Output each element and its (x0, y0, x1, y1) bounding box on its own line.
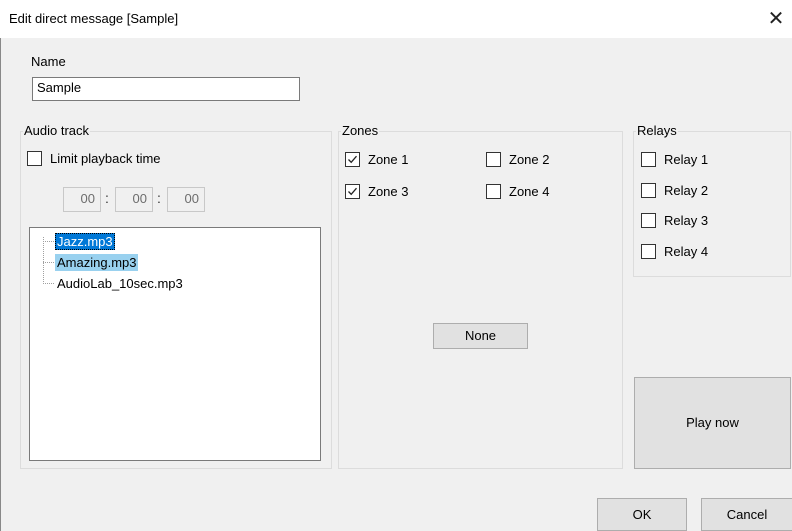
zone-2-box[interactable] (486, 152, 501, 167)
limit-playback-box[interactable] (27, 151, 42, 166)
zone-4-box[interactable] (486, 184, 501, 199)
relay-3-checkbox[interactable]: Relay 3 (641, 213, 708, 228)
zone-3-checkbox[interactable]: Zone 3 (345, 184, 408, 199)
zone-1-label: Zone 1 (368, 152, 409, 167)
zone-4-checkbox[interactable]: Zone 4 (486, 184, 549, 199)
audio-track-legend: Audio track (23, 123, 91, 138)
cancel-button[interactable]: Cancel (701, 498, 792, 531)
none-button[interactable]: None (433, 323, 528, 349)
audio-file-tree[interactable]: Jazz.mp3 Amazing.mp3 AudioLab_10sec.mp3 (29, 227, 321, 461)
relay-4-label: Relay 4 (664, 244, 709, 259)
zones-group: Zones (338, 123, 623, 469)
relay-4-box[interactable] (641, 244, 656, 259)
time-separator: : (157, 190, 161, 206)
close-icon[interactable]: ✕ (762, 6, 790, 32)
limit-playback-checkbox[interactable]: Limit playback time (27, 151, 161, 166)
tree-item-audiolab[interactable]: AudioLab_10sec.mp3 (55, 275, 185, 292)
zones-legend: Zones (341, 123, 380, 138)
relay-2-checkbox[interactable]: Relay 2 (641, 183, 708, 198)
dialog-body: Name Sample Audio track Limit playback t… (0, 38, 792, 531)
relay-2-label: Relay 2 (664, 183, 709, 198)
checkmark-icon[interactable] (345, 184, 360, 199)
play-now-button[interactable]: Play now (634, 377, 791, 469)
relay-1-box[interactable] (641, 152, 656, 167)
ok-button[interactable]: OK (597, 498, 687, 531)
zone-2-label: Zone 2 (509, 152, 550, 167)
relay-1-checkbox[interactable]: Relay 1 (641, 152, 708, 167)
zone-1-checkbox[interactable]: Zone 1 (345, 152, 408, 167)
hours-input[interactable]: 00 (63, 187, 101, 212)
tree-item-amazing[interactable]: Amazing.mp3 (55, 254, 139, 271)
relay-3-box[interactable] (641, 213, 656, 228)
zone-2-checkbox[interactable]: Zone 2 (486, 152, 549, 167)
zone-3-label: Zone 3 (368, 184, 409, 199)
limit-playback-label: Limit playback time (50, 151, 161, 166)
relay-1-label: Relay 1 (664, 152, 709, 167)
checkmark-icon[interactable] (345, 152, 360, 167)
time-separator: : (105, 190, 109, 206)
relays-legend: Relays (636, 123, 678, 138)
relay-2-box[interactable] (641, 183, 656, 198)
name-input[interactable]: Sample (32, 77, 300, 101)
relay-3-label: Relay 3 (664, 213, 709, 228)
name-label: Name (31, 54, 66, 69)
relay-4-checkbox[interactable]: Relay 4 (641, 244, 708, 259)
seconds-input[interactable]: 00 (167, 187, 205, 212)
minutes-input[interactable]: 00 (115, 187, 153, 212)
tree-item-jazz[interactable]: Jazz.mp3 (55, 233, 115, 250)
title-bar: Edit direct message [Sample] ✕ (0, 0, 792, 38)
zone-4-label: Zone 4 (509, 184, 550, 199)
window-title: Edit direct message [Sample] (9, 11, 179, 26)
